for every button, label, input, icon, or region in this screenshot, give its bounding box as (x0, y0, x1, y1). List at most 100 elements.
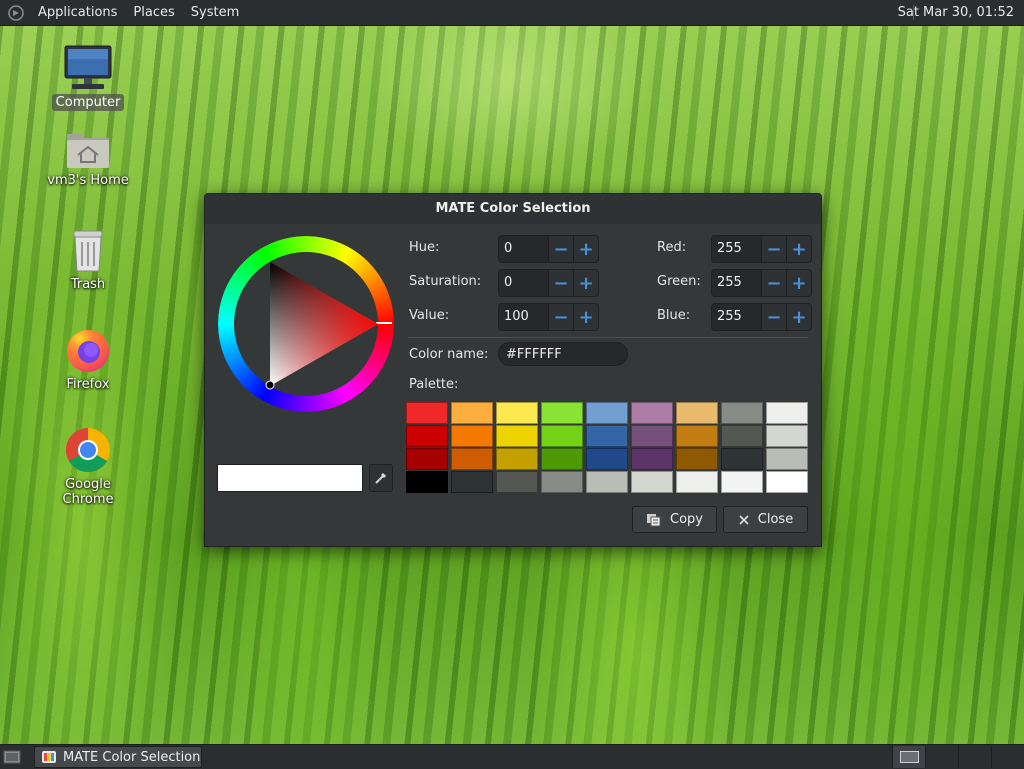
workspace-2[interactable] (925, 746, 958, 768)
palette-swatch[interactable] (676, 448, 718, 470)
taskbar-item-color-selection[interactable]: MATE Color Selection (34, 746, 202, 768)
blue-value[interactable]: 255 (712, 304, 761, 330)
palette-swatch[interactable] (451, 471, 493, 493)
close-icon (739, 514, 749, 525)
system-menu[interactable]: System (183, 0, 247, 25)
desktop-icon-trash[interactable]: Trash (40, 228, 136, 293)
chrome-icon (66, 428, 110, 472)
bottom-panel: MATE Color Selection (0, 744, 1024, 769)
palette-swatch[interactable] (676, 402, 718, 424)
palette-swatch[interactable] (541, 402, 583, 424)
palette-swatch[interactable] (766, 471, 808, 493)
minus-icon[interactable]: − (761, 270, 786, 296)
saturation-value[interactable]: 0 (499, 270, 548, 296)
value-value[interactable]: 100 (499, 304, 548, 330)
palette-swatch[interactable] (541, 471, 583, 493)
desktop-icon-computer[interactable]: Computer (40, 44, 136, 111)
palette-swatch[interactable] (631, 471, 673, 493)
palette-swatch[interactable] (676, 425, 718, 447)
workspace-window-thumb (900, 751, 919, 763)
red-spinbutton[interactable]: 255 − + (711, 235, 812, 263)
palette-swatch[interactable] (406, 448, 448, 470)
dialog-title[interactable]: MATE Color Selection (205, 194, 821, 224)
places-menu[interactable]: Places (125, 0, 182, 25)
red-value[interactable]: 255 (712, 236, 761, 262)
palette-swatch[interactable] (541, 425, 583, 447)
palette-swatch[interactable] (451, 448, 493, 470)
palette-swatch[interactable] (631, 448, 673, 470)
palette-swatch[interactable] (766, 402, 808, 424)
copy-button[interactable]: Copy (632, 506, 717, 533)
desktop-icon-firefox[interactable]: Firefox (40, 326, 136, 393)
green-spinbutton[interactable]: 255 − + (711, 269, 812, 297)
palette-swatch[interactable] (766, 448, 808, 470)
minus-icon[interactable]: − (761, 236, 786, 262)
value-spinbutton[interactable]: 100 − + (498, 303, 599, 331)
palette-swatch[interactable] (496, 448, 538, 470)
plus-icon[interactable]: + (573, 236, 598, 262)
plus-icon[interactable]: + (573, 270, 598, 296)
green-value[interactable]: 255 (712, 270, 761, 296)
palette-swatch[interactable] (496, 402, 538, 424)
palette-swatch[interactable] (721, 448, 763, 470)
palette-grid (406, 402, 808, 493)
saturation-spinbutton[interactable]: 0 − + (498, 269, 599, 297)
applications-menu[interactable]: Applications (30, 0, 125, 25)
blue-label: Blue: (657, 308, 691, 323)
palette-swatch[interactable] (586, 448, 628, 470)
minus-icon[interactable]: − (548, 304, 573, 330)
color-name-input[interactable]: #FFFFFF (498, 342, 628, 366)
palette-swatch[interactable] (586, 402, 628, 424)
computer-icon (64, 45, 112, 89)
red-label: Red: (657, 240, 687, 255)
saturation-label: Saturation: (409, 274, 482, 289)
desktop-icon-home[interactable]: vm3's Home (40, 128, 136, 189)
palette-label: Palette: (409, 377, 459, 392)
workspace-4[interactable] (991, 746, 1024, 768)
palette-swatch[interactable] (406, 471, 448, 493)
plus-icon[interactable]: + (786, 236, 811, 262)
palette-swatch[interactable] (766, 425, 808, 447)
eyedropper-icon (375, 472, 387, 484)
palette-swatch[interactable] (631, 425, 673, 447)
plus-icon[interactable]: + (786, 270, 811, 296)
workspace-3[interactable] (958, 746, 991, 768)
palette-swatch[interactable] (631, 402, 673, 424)
close-button-label: Close (757, 512, 794, 527)
palette-swatch[interactable] (406, 402, 448, 424)
palette-swatch[interactable] (721, 425, 763, 447)
blue-spinbutton[interactable]: 255 − + (711, 303, 812, 331)
palette-swatch[interactable] (496, 471, 538, 493)
palette-swatch[interactable] (586, 425, 628, 447)
minus-icon[interactable]: − (548, 270, 573, 296)
palette-swatch[interactable] (496, 425, 538, 447)
palette-swatch[interactable] (586, 471, 628, 493)
green-label: Green: (657, 274, 701, 289)
workspace-1[interactable] (892, 746, 925, 768)
clock[interactable]: Sat Mar 30, 01:52 (898, 0, 1014, 25)
desktop-icon-chrome[interactable]: Google Chrome (40, 426, 136, 508)
close-button[interactable]: Close (723, 506, 808, 533)
palette-swatch[interactable] (721, 402, 763, 424)
minus-icon[interactable]: − (761, 304, 786, 330)
show-desktop-icon[interactable] (2, 748, 22, 766)
palette-swatch[interactable] (541, 448, 583, 470)
color-selection-app-icon (42, 751, 56, 763)
palette-swatch[interactable] (451, 425, 493, 447)
copy-button-label: Copy (670, 512, 703, 527)
color-name-label: Color name: (409, 347, 489, 362)
palette-swatch[interactable] (406, 425, 448, 447)
eyedropper-button[interactable] (369, 464, 393, 492)
minus-icon[interactable]: − (548, 236, 573, 262)
hue-label: Hue: (409, 240, 440, 255)
palette-swatch[interactable] (451, 402, 493, 424)
plus-icon[interactable]: + (573, 304, 598, 330)
hue-value[interactable]: 0 (499, 236, 548, 262)
color-wheel[interactable] (218, 236, 394, 412)
mate-logo-icon[interactable] (8, 4, 24, 21)
hue-spinbutton[interactable]: 0 − + (498, 235, 599, 263)
plus-icon[interactable]: + (786, 304, 811, 330)
palette-swatch[interactable] (676, 471, 718, 493)
palette-swatch[interactable] (721, 471, 763, 493)
desktop-icon-label: Computer (51, 94, 125, 111)
